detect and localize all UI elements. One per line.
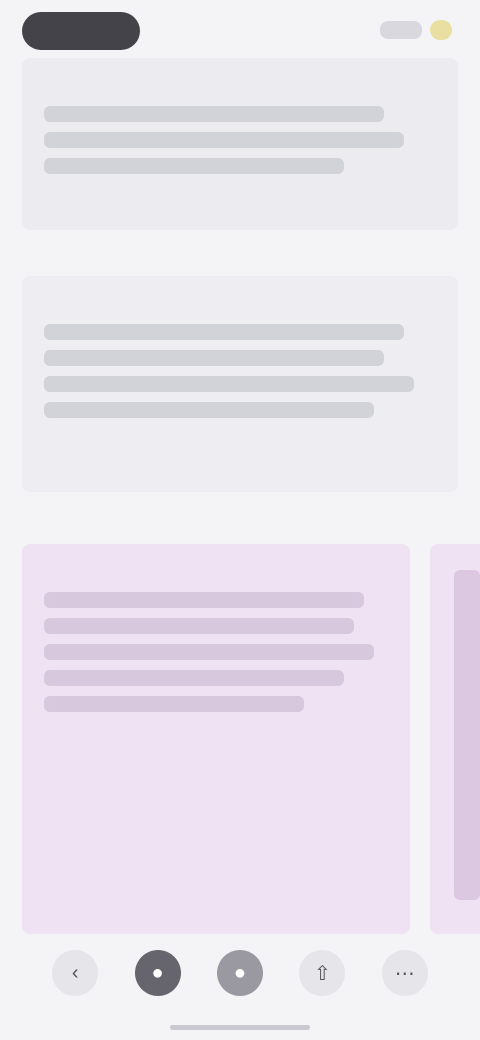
signal-icon <box>380 21 422 39</box>
text-placeholder <box>44 132 404 148</box>
text-placeholder <box>44 376 414 392</box>
status-icons <box>380 20 452 40</box>
back-icon[interactable]: ‹ <box>52 950 99 996</box>
text-placeholder <box>44 670 344 686</box>
card-label <box>44 76 436 94</box>
card-label <box>44 562 388 580</box>
card-label <box>44 294 436 312</box>
home-indicator[interactable] <box>170 1025 310 1030</box>
bottom-toolbar: ‹ ● ● ⇧ ⋯ <box>0 934 480 1040</box>
status-bar <box>0 0 480 64</box>
text-placeholder <box>44 158 344 174</box>
share-icon[interactable]: ⇧ <box>299 950 346 996</box>
text-placeholder <box>44 644 374 660</box>
note-card-2[interactable] <box>22 276 458 492</box>
note-card-1[interactable] <box>22 58 458 230</box>
text-placeholder <box>44 696 304 712</box>
stop-icon[interactable]: ● <box>216 950 263 996</box>
app-screen: ‹ ● ● ⇧ ⋯ <box>0 0 480 1040</box>
note-card-3[interactable] <box>22 544 410 934</box>
text-placeholder <box>44 106 384 122</box>
next-card-peek[interactable] <box>430 544 480 934</box>
more-icon[interactable]: ⋯ <box>381 950 428 996</box>
next-card-content <box>454 570 480 900</box>
battery-icon <box>430 20 452 40</box>
text-placeholder <box>44 324 404 340</box>
text-placeholder <box>44 402 374 418</box>
text-placeholder <box>44 618 354 634</box>
text-placeholder <box>44 350 384 366</box>
record-icon[interactable]: ● <box>134 950 181 996</box>
status-pill[interactable] <box>22 12 140 50</box>
text-placeholder <box>44 592 364 608</box>
